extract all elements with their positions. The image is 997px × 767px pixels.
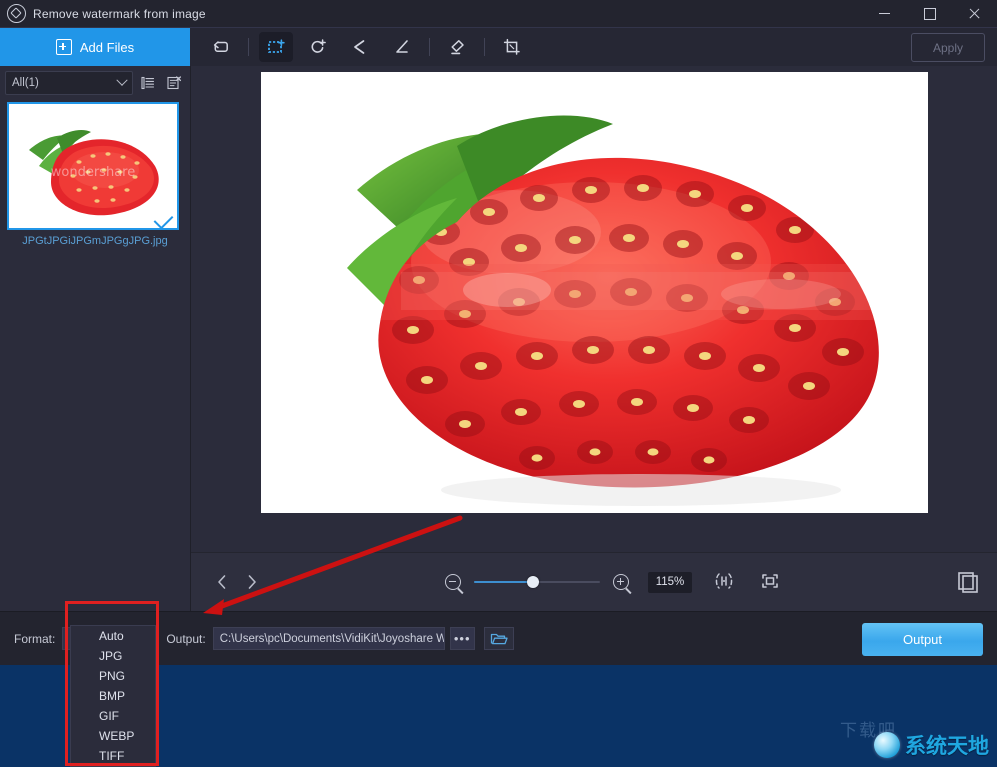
list-view-icon xyxy=(140,75,156,91)
eraser-icon xyxy=(447,37,467,57)
remove-all-icon xyxy=(166,75,182,91)
file-name-label: JPGtJPGiJPGmJPGgJPG.jpg xyxy=(7,235,183,247)
application-window: Remove watermark from image Add Files xyxy=(0,0,997,638)
toolbar-divider-1 xyxy=(248,38,249,56)
format-option-webp[interactable]: WEBP xyxy=(71,726,155,746)
strawberry-thumbnail: wondershare xyxy=(9,104,177,228)
file-filter-value: All(1) xyxy=(12,77,39,89)
file-sidebar: All(1) xyxy=(0,66,191,611)
svg-text:wondershare: wondershare xyxy=(51,165,135,180)
open-folder-button[interactable] xyxy=(484,627,514,650)
slider-knob[interactable] xyxy=(527,576,539,588)
globe-logo-icon xyxy=(874,732,900,758)
maximize-button[interactable] xyxy=(907,0,952,27)
filter-row: All(1) xyxy=(5,70,185,96)
fit-screen-button[interactable] xyxy=(758,569,784,595)
browse-output-button[interactable]: ••• xyxy=(450,627,475,650)
minimize-icon xyxy=(879,13,890,14)
format-option-tiff[interactable]: TIFF xyxy=(71,746,155,766)
preview-image[interactable] xyxy=(261,72,928,513)
zoom-out-button[interactable] xyxy=(442,571,464,593)
site-logo-watermark: 系统天地 xyxy=(874,730,989,760)
format-option-png[interactable]: PNG xyxy=(71,666,155,686)
toolbar-divider-3 xyxy=(484,38,485,56)
fit-width-icon xyxy=(712,569,736,593)
ellipse-select-tool-button[interactable] xyxy=(301,32,335,62)
apply-button[interactable]: Apply xyxy=(911,33,985,62)
window-controls xyxy=(862,0,997,27)
add-files-label: Add Files xyxy=(80,40,134,55)
line-tool-button[interactable] xyxy=(385,32,419,62)
ellipse-plus-icon xyxy=(308,37,328,57)
zoom-slider[interactable] xyxy=(474,574,600,590)
polygon-lasso-icon xyxy=(350,37,370,57)
tools-container: Apply xyxy=(190,28,997,66)
list-view-button[interactable] xyxy=(137,72,159,94)
clear-list-button[interactable] xyxy=(163,72,185,94)
previous-image-button[interactable] xyxy=(207,567,237,597)
format-label: Format: xyxy=(14,632,55,646)
maximize-icon xyxy=(924,8,936,20)
toolbar-row: Add Files xyxy=(0,28,997,66)
image-stage[interactable] xyxy=(191,66,997,552)
eraser-tool-button[interactable] xyxy=(440,32,474,62)
main-body: All(1) xyxy=(0,66,997,611)
format-option-gif[interactable]: GIF xyxy=(71,706,155,726)
rectangle-select-tool-button[interactable] xyxy=(259,32,293,62)
fit-screen-icon xyxy=(758,569,782,593)
compare-button[interactable] xyxy=(955,569,981,595)
add-files-button[interactable]: Add Files xyxy=(0,28,190,66)
site-logo-text: 系统天地 xyxy=(905,730,989,760)
output-path-field[interactable]: C:\Users\pc\Documents\VidiKit\Joyoshare … xyxy=(213,627,445,650)
strawberry-preview-image xyxy=(261,72,928,513)
format-option-bmp[interactable]: BMP xyxy=(71,686,155,706)
zoom-in-button[interactable] xyxy=(610,571,632,593)
view-control-bar: 115% xyxy=(191,552,997,611)
file-filter-dropdown[interactable]: All(1) xyxy=(5,71,133,95)
file-thumbnail[interactable]: wondershare xyxy=(7,102,179,230)
lasso-tool-button[interactable] xyxy=(343,32,377,62)
title-bar: Remove watermark from image xyxy=(0,0,997,28)
crop-tool-button[interactable] xyxy=(495,32,529,62)
window-title: Remove watermark from image xyxy=(33,7,206,21)
rectangle-dashed-plus-icon xyxy=(266,37,286,57)
open-folder-icon xyxy=(490,631,508,646)
angle-line-icon xyxy=(392,37,412,57)
format-option-auto[interactable]: Auto xyxy=(71,626,155,646)
minimize-button[interactable] xyxy=(862,0,907,27)
compare-duplicate-icon xyxy=(955,569,981,595)
chevron-right-icon xyxy=(244,573,260,591)
zoom-level-label: 115% xyxy=(648,572,692,593)
chevron-down-icon xyxy=(116,75,127,86)
undo-icon xyxy=(211,37,231,57)
output-label: Output: xyxy=(166,632,205,646)
undo-tool-button[interactable] xyxy=(204,32,238,62)
chevron-left-icon xyxy=(214,573,230,591)
slider-fill xyxy=(474,581,532,583)
output-button[interactable]: Output xyxy=(862,623,983,656)
close-icon xyxy=(968,7,981,20)
app-logo-icon xyxy=(7,4,26,23)
format-options-dropdown[interactable]: Auto JPG PNG BMP GIF WEBP TIFF xyxy=(70,625,156,767)
format-option-jpg[interactable]: JPG xyxy=(71,646,155,666)
next-image-button[interactable] xyxy=(237,567,267,597)
list-item[interactable]: wondershare JPGtJPGiJPGmJPGgJPG.jpg xyxy=(7,102,183,247)
close-button[interactable] xyxy=(952,0,997,27)
toolbar-divider-2 xyxy=(429,38,430,56)
file-list: wondershare JPGtJPGiJPGmJPGgJPG.jpg xyxy=(0,96,190,247)
canvas-area: 115% xyxy=(191,66,997,611)
plus-icon xyxy=(56,39,72,55)
crop-icon xyxy=(502,37,522,57)
fit-width-button[interactable] xyxy=(712,569,738,595)
zoom-controls: 115% xyxy=(442,569,784,595)
